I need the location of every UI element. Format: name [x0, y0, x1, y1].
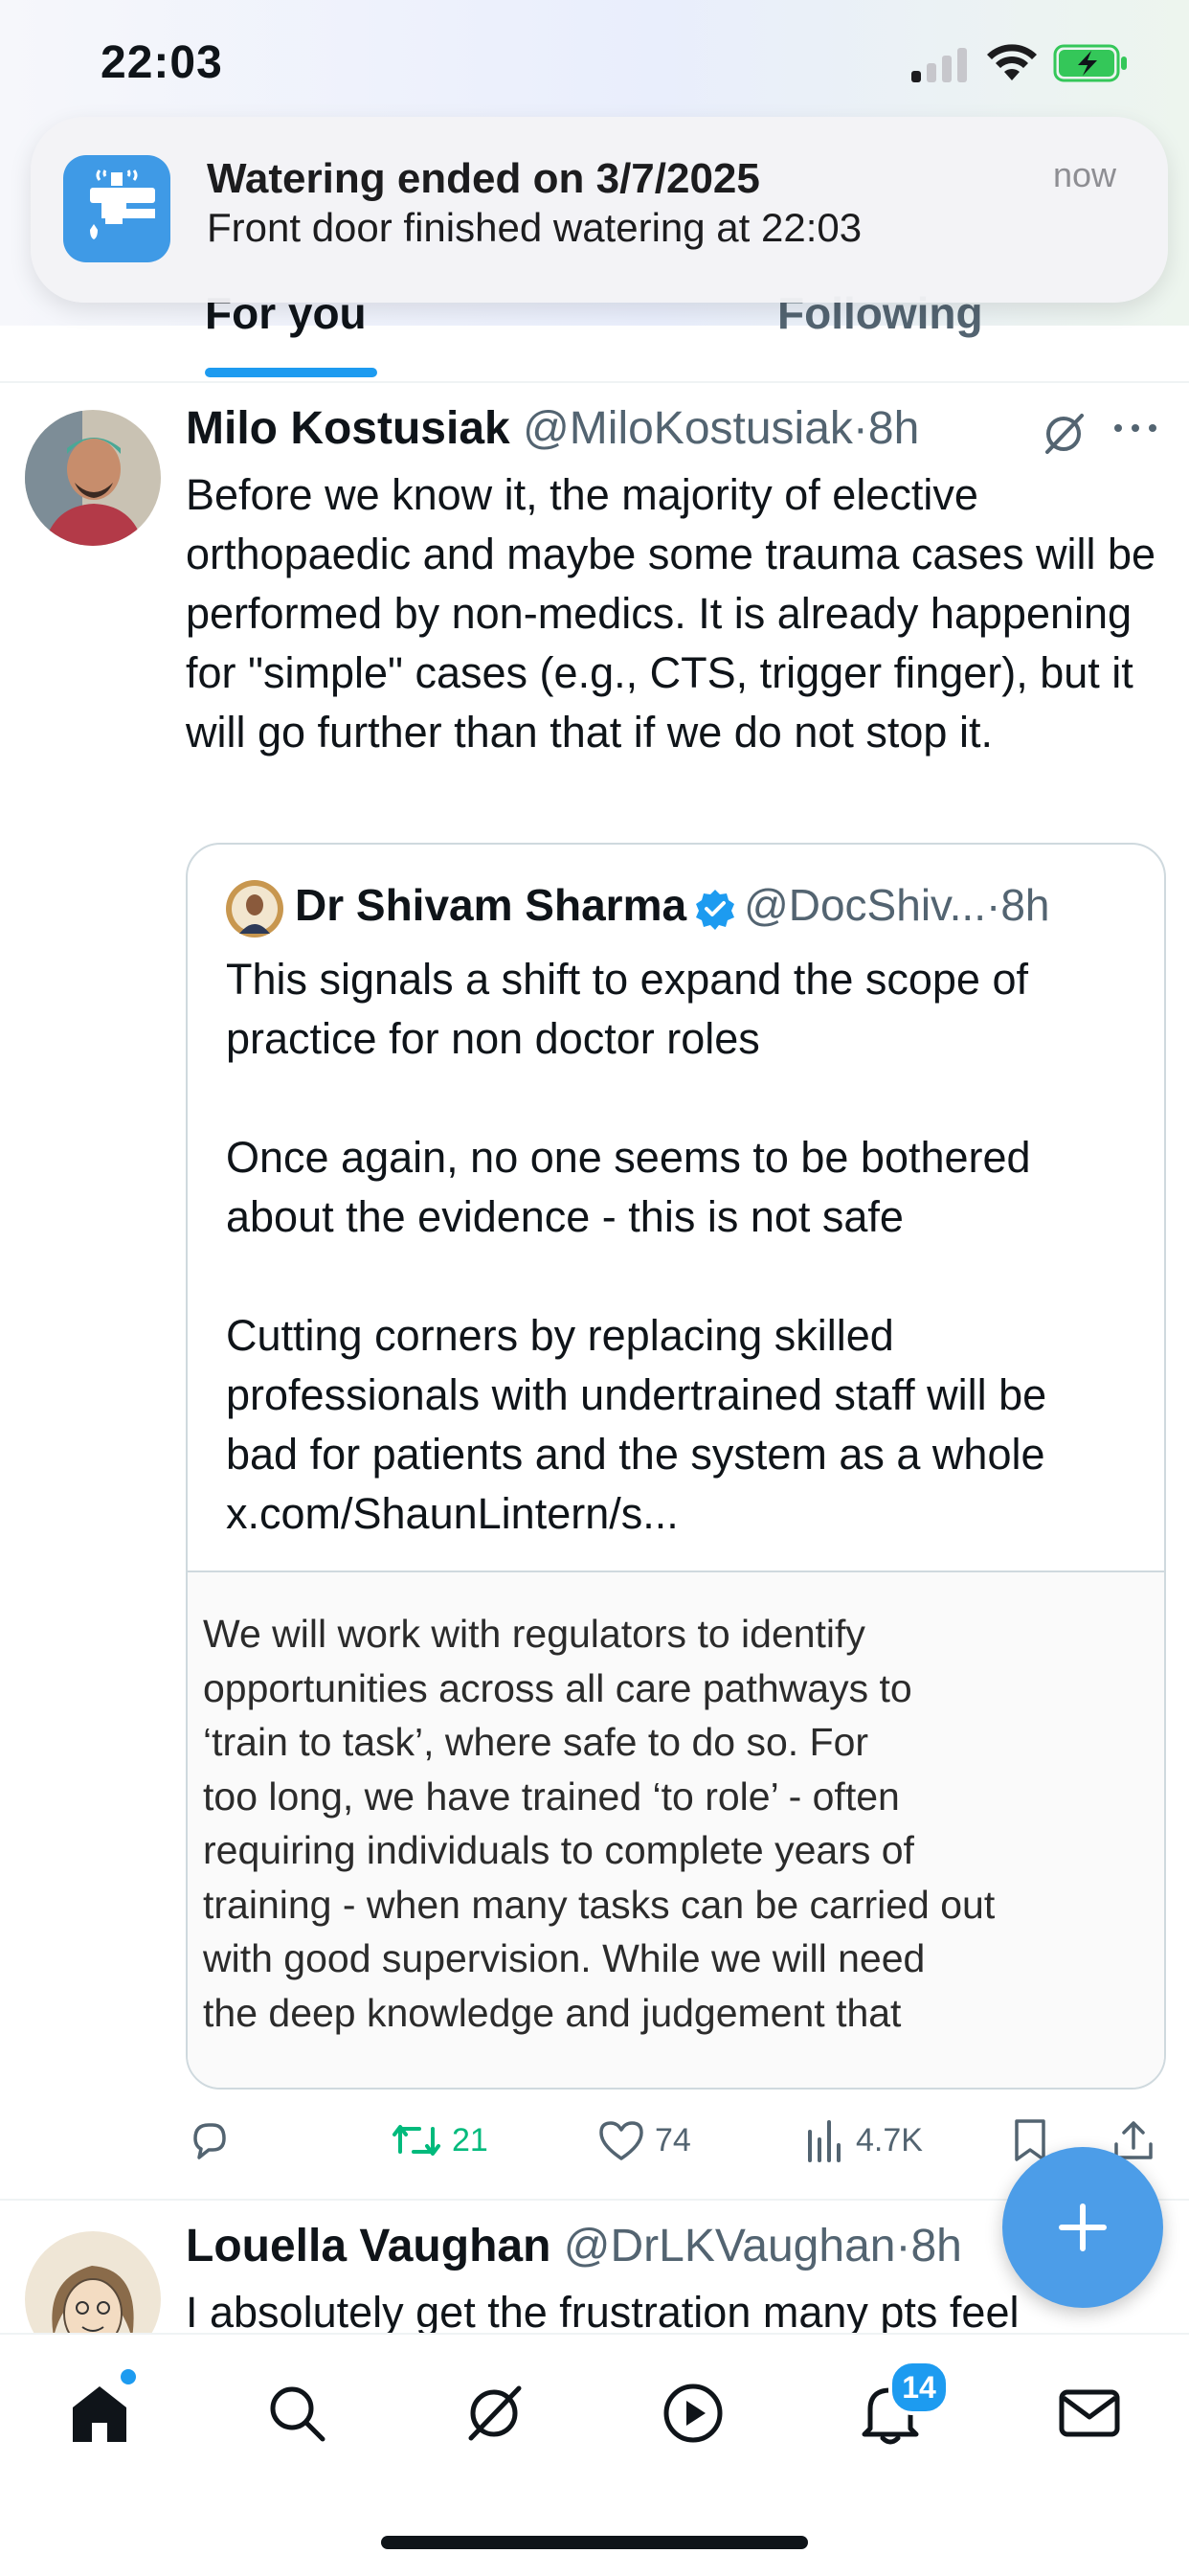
- watering-tap-icon: [63, 155, 170, 262]
- nav-messages[interactable]: [1051, 2375, 1128, 2452]
- status-time: 22:03: [101, 37, 223, 88]
- repost-count: 21: [452, 2121, 488, 2158]
- notification-body: Front door finished watering at 22:03: [207, 205, 863, 250]
- wifi-icon: [987, 44, 1037, 80]
- author-name[interactable]: Louella Vaughan: [186, 2221, 550, 2271]
- quoted-avatar: [226, 879, 283, 938]
- dot-separator: ·: [895, 2221, 911, 2271]
- notification-count-badge: 14: [888, 2360, 950, 2415]
- verified-badge-icon: [696, 889, 735, 930]
- quoted-media-image[interactable]: We will work with regulators to identify…: [188, 1570, 1164, 2088]
- quoted-tweet[interactable]: Dr Shivam Sharma @DocShiv...·8h This sig…: [186, 843, 1166, 2090]
- views-chart-icon: [808, 2120, 841, 2162]
- play-circle-icon: [663, 2384, 723, 2443]
- quoted-tweet-age: 8h: [1000, 880, 1050, 930]
- more-options-icon[interactable]: [1112, 421, 1158, 435]
- nav-home[interactable]: [61, 2369, 138, 2452]
- tweet-text: I absolutely get the frustration many pt…: [186, 2288, 1020, 2335]
- like-button[interactable]: 74: [597, 2107, 691, 2174]
- repost-icon: [393, 2125, 440, 2156]
- cellular-signal-icon: [911, 46, 969, 82]
- author-handle[interactable]: @DrLKVaughan: [564, 2221, 896, 2271]
- active-tab-indicator: [205, 368, 377, 377]
- quoted-tweet-text: This signals a shift to expand the scope…: [226, 955, 1047, 1538]
- dot-separator: ·: [852, 403, 868, 454]
- notification-banner[interactable]: Watering ended on 3/7/2025 Front door fi…: [31, 117, 1168, 303]
- author-name[interactable]: Milo Kostusiak: [186, 403, 510, 454]
- grok-icon: [468, 2385, 522, 2441]
- home-indicator: [381, 2536, 808, 2549]
- tweet-age: 8h: [910, 2221, 962, 2271]
- notification-time: now: [1052, 155, 1116, 194]
- compose-button[interactable]: [1002, 2147, 1163, 2308]
- tweet-header: Milo Kostusiak @MiloKostusiak·8h: [186, 402, 919, 460]
- nav-video[interactable]: [655, 2375, 731, 2452]
- quoted-author-name: Dr Shivam Sharma: [295, 880, 687, 930]
- mail-icon: [1059, 2389, 1120, 2437]
- views-button[interactable]: 4.7K: [804, 2107, 923, 2174]
- grok-icon[interactable]: [1040, 410, 1088, 458]
- quoted-media-text: We will work with regulators to identify…: [203, 1612, 996, 2035]
- avatar[interactable]: [25, 2231, 161, 2335]
- unread-dot: [121, 2369, 136, 2384]
- tweet-age: 8h: [867, 403, 920, 454]
- view-count: 4.7K: [856, 2121, 923, 2158]
- like-count: 74: [655, 2121, 691, 2158]
- repost-button[interactable]: 21: [391, 2107, 488, 2174]
- avatar[interactable]: [25, 410, 161, 546]
- quoted-tweet-header: Dr Shivam Sharma @DocShiv...·8h: [226, 879, 1049, 938]
- author-handle[interactable]: @MiloKostusiak: [523, 403, 853, 454]
- status-bar: 22:03: [0, 0, 1189, 124]
- heart-icon: [599, 2121, 643, 2160]
- reply-icon: [193, 2123, 226, 2159]
- dot-separator: ·: [985, 880, 1001, 930]
- tweet-actions: 21 74 4.7K: [186, 2107, 1172, 2174]
- nav-grok[interactable]: [456, 2375, 532, 2452]
- search-icon: [270, 2386, 325, 2442]
- plus-icon: [1059, 2203, 1107, 2251]
- nav-notifications[interactable]: 14: [852, 2360, 950, 2452]
- nav-search[interactable]: [258, 2375, 335, 2452]
- quoted-author-handle: @DocShiv...: [744, 880, 986, 930]
- notification-title: Watering ended on 3/7/2025: [207, 155, 760, 202]
- tweet-text: Before we know it, the majority of elect…: [186, 470, 1156, 757]
- tweet-header: Louella Vaughan @DrLKVaughan·8h: [186, 2220, 962, 2277]
- reply-button[interactable]: [186, 2107, 232, 2174]
- home-icon: [73, 2386, 126, 2442]
- battery-charging-icon: [1053, 44, 1127, 82]
